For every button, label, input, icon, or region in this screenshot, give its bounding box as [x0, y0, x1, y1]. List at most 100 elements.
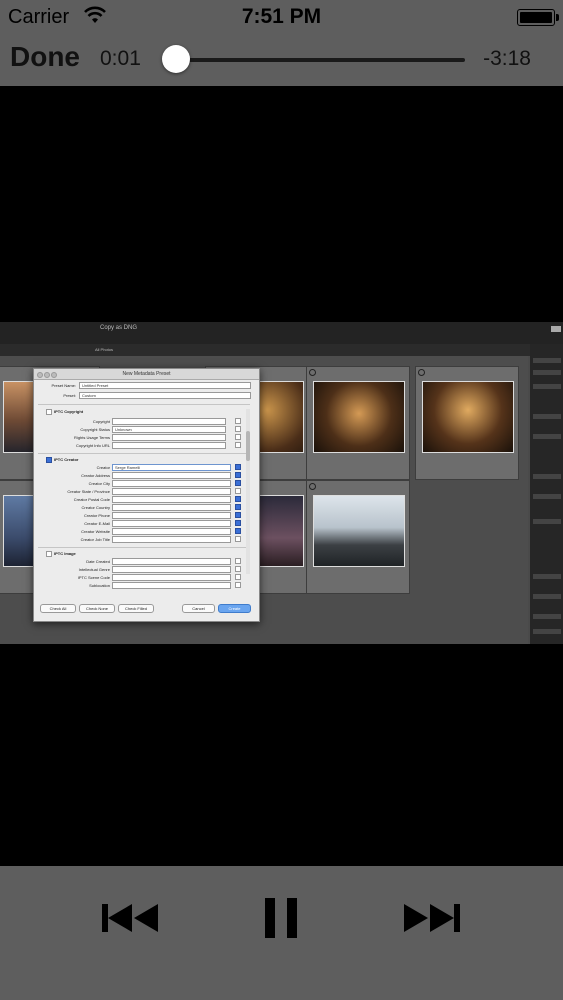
copyright-status-checkbox[interactable] — [235, 426, 241, 432]
creator-country-field[interactable] — [112, 504, 231, 511]
player-top-bar: Done 0:01 -3:18 — [0, 34, 563, 86]
copyright-status-label: Copyright Status — [80, 427, 110, 432]
pause-icon[interactable] — [246, 896, 316, 940]
separator — [38, 404, 250, 405]
iptc-scene-field[interactable] — [112, 574, 231, 581]
creator-jobtitle-field[interactable] — [112, 536, 231, 543]
creator-city-field[interactable] — [112, 480, 231, 487]
lightroom-filter-bar: All Photos — [0, 344, 530, 356]
lightroom-top-label: Copy as DNG — [100, 325, 138, 331]
sublocation-checkbox[interactable] — [235, 582, 241, 588]
panel-row — [533, 519, 561, 524]
cell-badge — [309, 369, 316, 376]
preset-name-label: Preset Name: — [51, 383, 76, 388]
photo-thumbnail — [313, 381, 405, 453]
intellectual-genre-checkbox[interactable] — [235, 566, 241, 572]
playback-controls — [0, 866, 563, 1000]
iptc-scene-label: IPTC Scene Code — [77, 575, 110, 580]
photo-thumbnail — [422, 381, 514, 453]
copyright-section-checkbox[interactable] — [46, 409, 52, 415]
panel-row — [533, 474, 561, 479]
scrollbar-knob[interactable] — [246, 431, 250, 461]
copyright-url-field[interactable] — [112, 442, 226, 449]
done-button[interactable]: Done — [10, 41, 80, 73]
creator-website-field[interactable] — [112, 528, 231, 535]
separator — [38, 547, 250, 548]
creator-address-field[interactable] — [112, 472, 231, 479]
creator-phone-field[interactable] — [112, 512, 231, 519]
cell-badge — [418, 369, 425, 376]
preset-select[interactable]: Custom — [79, 392, 251, 399]
image-section-checkbox[interactable] — [46, 551, 52, 557]
creator-website-checkbox[interactable] — [235, 528, 241, 534]
battery-icon — [517, 9, 559, 26]
creator-state-field[interactable] — [112, 488, 231, 495]
creator-phone-label: Creator Phone — [83, 513, 110, 518]
creator-country-label: Creator Country — [81, 505, 110, 510]
metadata-preset-dialog: New Metadata Preset Preset Name: Untitle… — [33, 368, 260, 622]
rights-usage-checkbox[interactable] — [235, 434, 241, 440]
creator-address-checkbox[interactable] — [235, 472, 241, 478]
intellectual-genre-field[interactable] — [112, 566, 231, 573]
dialog-title: New Metadata Preset — [122, 371, 171, 377]
creator-field[interactable]: Serge Ramelli — [112, 464, 231, 471]
creator-phone-checkbox[interactable] — [235, 512, 241, 518]
create-button[interactable]: Create — [218, 604, 251, 613]
creator-checkbox[interactable] — [235, 464, 241, 470]
scrubber-track[interactable] — [175, 58, 465, 62]
rights-usage-label: Rights Usage Terms — [74, 435, 110, 440]
creator-email-checkbox[interactable] — [235, 520, 241, 526]
creator-country-checkbox[interactable] — [235, 504, 241, 510]
status-bar: Carrier 7:51 PM — [0, 0, 563, 34]
date-created-checkbox[interactable] — [235, 558, 241, 564]
skip-back-icon[interactable] — [96, 896, 166, 940]
creator-postal-field[interactable] — [112, 496, 231, 503]
panel-row — [533, 574, 561, 579]
grid-cell — [415, 366, 519, 480]
creator-jobtitle-checkbox[interactable] — [235, 536, 241, 542]
check-none-button[interactable]: Check None — [79, 604, 115, 613]
creator-state-label: Creator State / Province — [67, 489, 110, 494]
sublocation-field[interactable] — [112, 582, 231, 589]
dialog-scrollbar[interactable] — [246, 409, 250, 574]
panel-row — [533, 370, 561, 375]
section-iptc-copyright: IPTC Copyright — [54, 409, 84, 414]
creator-email-label: Creator E-Mail — [84, 521, 110, 526]
sublocation-label: Sublocation — [89, 583, 110, 588]
lightroom-right-panel — [530, 344, 563, 644]
copyright-status-select[interactable]: Unknown — [112, 426, 226, 433]
creator-postal-checkbox[interactable] — [235, 496, 241, 502]
dialog-titlebar: New Metadata Preset — [34, 369, 259, 380]
video-area[interactable]: Copy as DNG All Photos New Metadata Pres… — [0, 86, 563, 866]
copyright-url-checkbox[interactable] — [235, 442, 241, 448]
creator-city-label: Creator City — [88, 481, 110, 486]
preset-name-field[interactable]: Untitled Preset — [79, 382, 251, 389]
lightroom-filter-label: All Photos — [95, 347, 114, 352]
rights-usage-field[interactable] — [112, 434, 226, 441]
date-created-field[interactable] — [112, 558, 231, 565]
iptc-scene-checkbox[interactable] — [235, 574, 241, 580]
remaining-time: -3:18 — [483, 47, 531, 70]
lightroom-toggle-icon — [551, 326, 561, 332]
date-created-label: Date Created — [86, 559, 110, 564]
creator-section-checkbox[interactable] — [46, 457, 52, 463]
status-clock: 7:51 PM — [241, 5, 322, 28]
creator-email-field[interactable] — [112, 520, 231, 527]
skip-forward-icon[interactable] — [396, 896, 466, 940]
panel-row — [533, 414, 561, 419]
creator-postal-label: Creator Postal Code — [73, 497, 110, 502]
panel-row — [533, 434, 561, 439]
panel-row — [533, 629, 561, 634]
copyright-checkbox[interactable] — [235, 418, 241, 424]
scrubber-thumb[interactable] — [162, 45, 190, 73]
check-filled-button[interactable]: Check Filled — [118, 604, 154, 613]
elapsed-time: 0:01 — [100, 47, 141, 70]
copyright-field[interactable] — [112, 418, 226, 425]
cancel-button[interactable]: Cancel — [182, 604, 215, 613]
creator-city-checkbox[interactable] — [235, 480, 241, 486]
check-all-button[interactable]: Check All — [40, 604, 76, 613]
creator-state-checkbox[interactable] — [235, 488, 241, 494]
preset-label: Preset: — [63, 393, 76, 398]
creator-label: Creator — [96, 465, 110, 470]
creator-address-label: Creator Address — [81, 473, 110, 478]
